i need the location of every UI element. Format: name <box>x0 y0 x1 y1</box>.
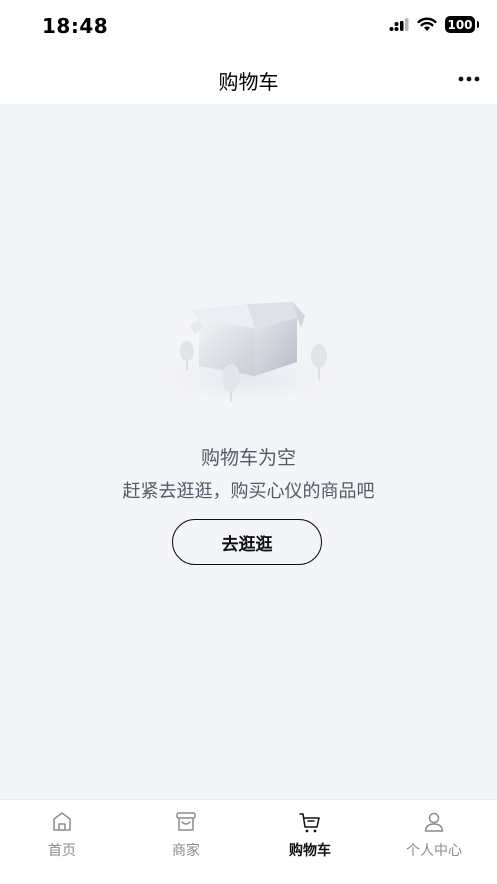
empty-state-subtitle: 赶紧去逛逛，购买心仪的商品吧 <box>122 481 375 502</box>
tab-merchants[interactable]: 商家 <box>124 810 248 862</box>
empty-box-icon <box>160 302 336 402</box>
person-icon <box>424 812 444 832</box>
more-dots-icon <box>458 76 480 82</box>
tab-home[interactable]: 首页 <box>0 810 124 862</box>
status-icons: 100 <box>389 16 479 33</box>
nav-bar: 购物车 <box>0 54 497 104</box>
tab-label-home: 首页 <box>48 843 76 859</box>
battery-level: 100 <box>447 17 473 32</box>
go-shopping-button[interactable]: 去逛逛 <box>172 519 322 565</box>
home-icon <box>53 812 71 831</box>
tab-cart[interactable]: 购物车 <box>248 810 372 862</box>
page-title: 购物车 <box>218 70 279 94</box>
cart-icon <box>299 813 320 833</box>
store-icon <box>176 812 196 831</box>
tab-label-merchants: 商家 <box>172 843 200 859</box>
wifi-icon <box>417 17 437 31</box>
battery-indicator: 100 <box>445 16 479 33</box>
more-button[interactable] <box>455 66 483 92</box>
status-bar: 18:48 100 <box>0 0 497 54</box>
tab-label-cart: 购物车 <box>289 843 331 859</box>
signal-icon <box>389 17 409 31</box>
tab-bar: 首页 商家 购物车 个人中心 <box>0 799 497 884</box>
empty-state-title: 购物车为空 <box>200 447 296 469</box>
tab-profile[interactable]: 个人中心 <box>372 810 496 862</box>
status-time: 18:48 <box>42 14 109 38</box>
tab-label-profile: 个人中心 <box>406 843 462 859</box>
